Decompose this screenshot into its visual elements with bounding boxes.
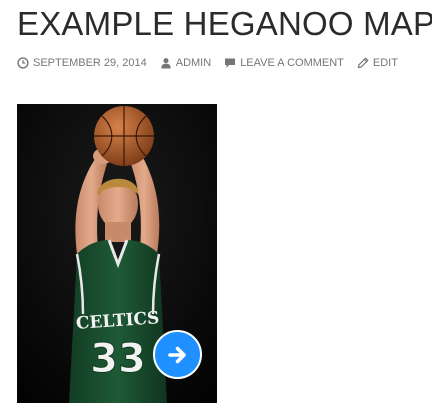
jersey-number-text: 33	[90, 336, 146, 382]
next-button[interactable]	[153, 330, 202, 379]
author-name: ADMIN	[175, 57, 212, 69]
pencil-icon	[357, 57, 369, 69]
clock-icon	[17, 57, 29, 69]
comment-icon	[224, 57, 236, 69]
edit-link[interactable]: EDIT	[357, 57, 398, 69]
basketball	[94, 106, 154, 166]
leave-comment-link[interactable]: LEAVE A COMMENT	[224, 57, 344, 69]
entry-meta: SEPTEMBER 29, 2014 ADMIN LEAVE A COMMENT…	[17, 55, 398, 71]
edit-label: EDIT	[372, 57, 398, 69]
post-date: SEPTEMBER 29, 2014	[33, 57, 147, 69]
user-icon	[160, 57, 172, 69]
author-link[interactable]: ADMIN	[160, 57, 211, 69]
leave-comment-label: LEAVE A COMMENT	[240, 57, 344, 69]
page-title: EXAMPLE HEGANOO MAP	[17, 5, 432, 42]
post-date-link[interactable]: SEPTEMBER 29, 2014	[17, 57, 147, 69]
arrow-right-icon	[167, 346, 186, 363]
